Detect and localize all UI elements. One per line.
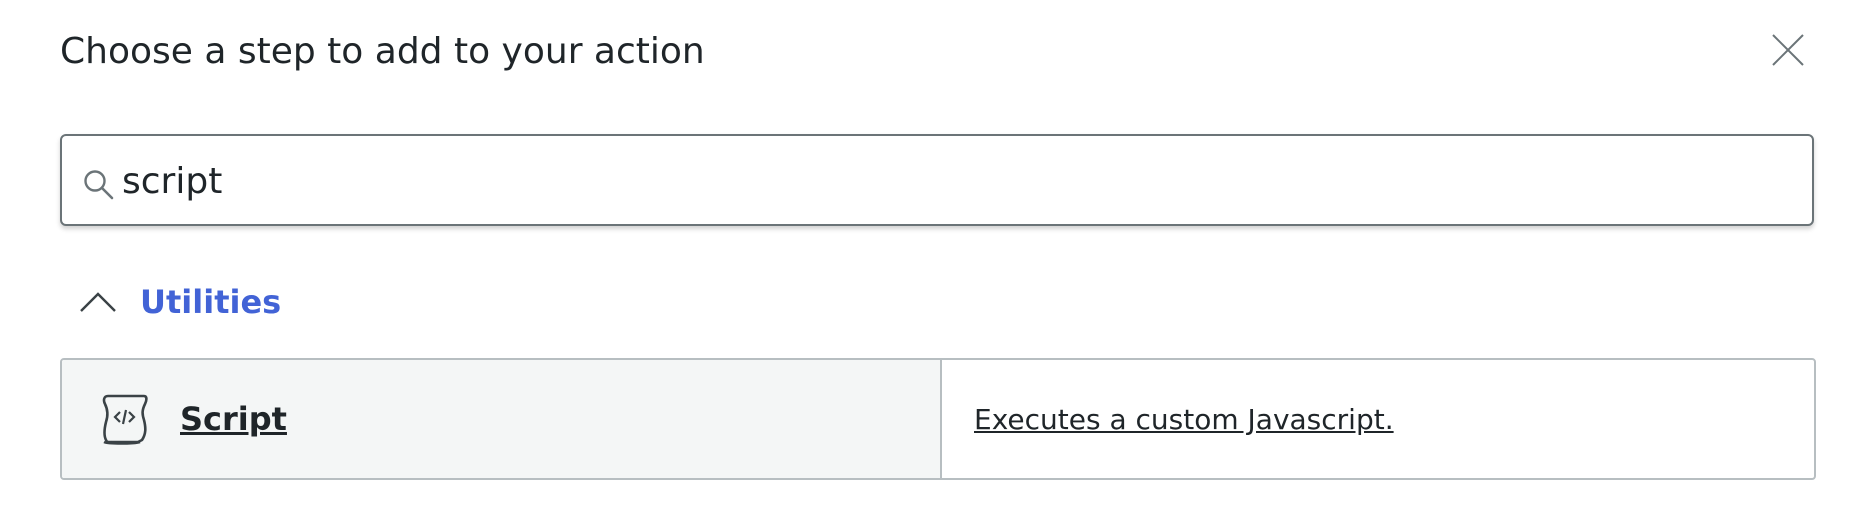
result-name-link[interactable]: Script (180, 400, 287, 438)
group-header-utilities[interactable]: Utilities (78, 276, 281, 328)
close-button[interactable] (1768, 30, 1808, 70)
result-name-cell[interactable]: Script (62, 360, 942, 478)
close-icon (1772, 34, 1804, 66)
result-description-link[interactable]: Executes a custom Javascript. (974, 403, 1394, 436)
dialog-title: Choose a step to add to your action (60, 31, 705, 72)
chevron-up-icon (78, 282, 118, 322)
group-label: Utilities (140, 283, 282, 321)
result-row[interactable]: Script Executes a custom Javascript. (60, 358, 1816, 480)
result-description-cell: Executes a custom Javascript. (942, 360, 1814, 478)
search-box[interactable] (60, 134, 1814, 226)
script-scroll-icon (102, 394, 148, 445)
search-input[interactable] (122, 154, 1782, 208)
search-icon (84, 170, 114, 200)
